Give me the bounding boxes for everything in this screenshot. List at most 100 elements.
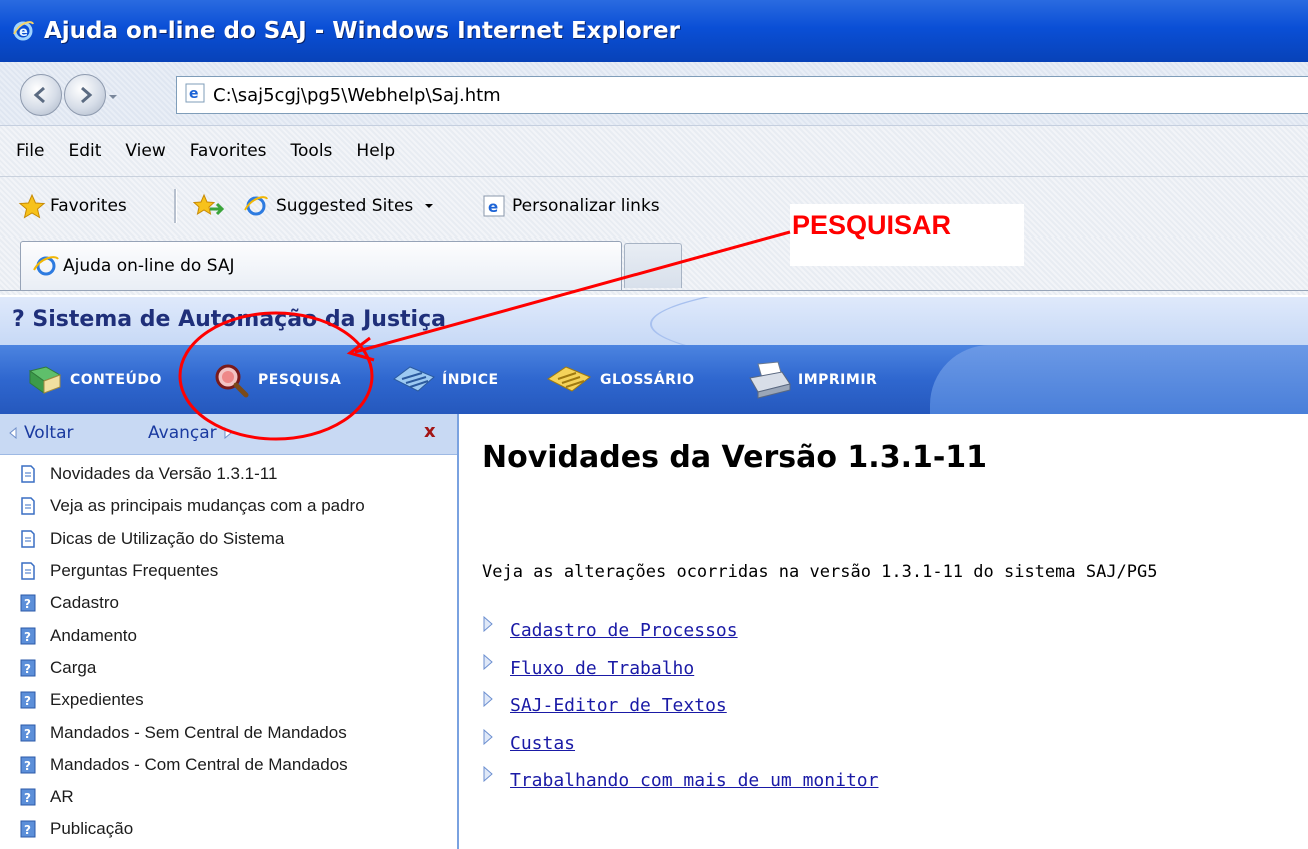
printer-icon	[749, 361, 791, 399]
magnifier-icon	[215, 364, 249, 398]
triangle-bullet-icon	[483, 691, 493, 708]
toc-item[interactable]: ? Publicação	[0, 813, 455, 845]
personalizar-links-button[interactable]: e Personalizar links	[482, 191, 660, 221]
toc-item[interactable]: ? Mandados - Com Central de Mandados	[0, 749, 455, 781]
menu-view[interactable]: View	[113, 126, 177, 176]
glossario-button[interactable]: GLOSSÁRIO	[544, 357, 695, 403]
svg-text:?: ?	[24, 727, 31, 741]
toc-list: Novidades da Versão 1.3.1-11 Veja as pri…	[0, 458, 455, 846]
avancar-link[interactable]: Avançar	[148, 423, 233, 443]
svg-text:?: ?	[24, 630, 31, 644]
svg-text:?: ?	[24, 791, 31, 805]
glossary-icon	[547, 366, 591, 392]
topic-link[interactable]: Fluxo de Trabalho	[510, 658, 694, 679]
topic-link-item: SAJ-Editor de Textos	[482, 689, 878, 727]
ie-icon	[244, 196, 268, 216]
page-icon	[21, 465, 35, 483]
topic-link[interactable]: Cadastro de Processos	[510, 620, 738, 641]
intro-text: Veja as alterações ocorridas na versão 1…	[482, 562, 1158, 582]
window-title-bar: e Ajuda on-line do SAJ - Windows Interne…	[0, 0, 1308, 62]
suggested-sites-button[interactable]: Suggested Sites	[242, 191, 435, 221]
page-icon	[21, 562, 35, 580]
back-arrow-icon	[33, 86, 45, 104]
toolbar-bevel	[930, 345, 1308, 414]
avancar-label: Avançar	[148, 423, 217, 443]
menu-tools[interactable]: Tools	[279, 126, 345, 176]
book-icon	[28, 366, 62, 394]
toc-item[interactable]: ? Cadastro	[0, 587, 455, 619]
toc-pane: Voltar Avançar x Novidades da Versão 1.3…	[0, 414, 459, 849]
svg-text:?: ?	[24, 662, 31, 676]
header-swoosh	[650, 297, 1308, 345]
left-triangle-icon	[9, 427, 17, 439]
favorites-bar: Favorites Suggested Sites e Personalizar…	[0, 177, 1308, 237]
triangle-bullet-icon	[483, 653, 493, 670]
topic-link[interactable]: Trabalhando com mais de um monitor	[510, 770, 878, 791]
menu-help[interactable]: Help	[344, 126, 407, 176]
chevron-down-icon	[425, 204, 434, 208]
pesquisa-button[interactable]: PESQUISA	[212, 357, 341, 403]
menu-file[interactable]: File	[0, 126, 56, 176]
back-button[interactable]	[20, 74, 62, 116]
address-bar: e	[0, 62, 1308, 126]
toc-item[interactable]: ? AR	[0, 781, 455, 813]
toc-item[interactable]: Veja as principais mudanças com a padro	[0, 490, 455, 522]
tab-ajuda-online[interactable]: Ajuda on-line do SAJ	[20, 241, 622, 290]
svg-text:e: e	[189, 86, 199, 102]
topic-link-item: Cadastro de Processos	[482, 614, 878, 652]
topic-link[interactable]: SAJ-Editor de Textos	[510, 695, 727, 716]
svg-text:?: ?	[24, 597, 31, 611]
star-icon	[18, 193, 46, 219]
pesquisa-label: PESQUISA	[258, 372, 342, 388]
indice-button[interactable]: ÍNDICE	[392, 357, 499, 403]
conteudo-button[interactable]: CONTEÚDO	[26, 357, 162, 403]
triangle-bullet-icon	[483, 728, 493, 745]
toc-item[interactable]: ? Expedientes	[0, 684, 455, 716]
page-title: Novidades da Versão 1.3.1-11	[482, 440, 988, 475]
favorites-button[interactable]: Favorites	[18, 191, 127, 221]
help-page-icon: ?	[20, 724, 36, 742]
close-pane-button[interactable]: x	[424, 421, 436, 442]
toc-item[interactable]: ? Mandados - Sem Central de Mandados	[0, 716, 455, 748]
help-page-icon: ?	[20, 627, 36, 645]
ie-page-icon: e	[483, 195, 505, 217]
tab-divider	[0, 290, 1308, 291]
tab-label: Ajuda on-line do SAJ	[63, 256, 235, 276]
recent-pages-dropdown-icon[interactable]	[108, 92, 118, 102]
help-page-icon: ?	[20, 594, 36, 612]
imprimir-button[interactable]: IMPRIMIR	[748, 357, 877, 403]
voltar-link[interactable]: Voltar	[8, 423, 74, 443]
suggested-sites-label: Suggested Sites	[276, 196, 414, 216]
toc-item[interactable]: ? Carga	[0, 652, 455, 684]
svg-text:?: ?	[24, 759, 31, 773]
toc-item[interactable]: ? Andamento	[0, 619, 455, 651]
menu-favorites[interactable]: Favorites	[178, 126, 279, 176]
svg-text:?: ?	[24, 694, 31, 708]
add-to-favorites-button[interactable]	[192, 191, 224, 221]
imprimir-label: IMPRIMIR	[798, 372, 878, 388]
menu-bar: File Edit View Favorites Tools Help	[0, 126, 1308, 177]
right-triangle-icon	[224, 427, 232, 439]
voltar-label: Voltar	[24, 423, 74, 443]
help-content: Novidades da Versão 1.3.1-11 Veja as alt…	[460, 414, 1308, 849]
forward-button[interactable]	[64, 74, 106, 116]
ie-icon: e	[10, 18, 36, 44]
topic-link[interactable]: Custas	[510, 733, 575, 754]
address-input[interactable]	[213, 84, 1113, 106]
toc-item[interactable]: Perguntas Frequentes	[0, 555, 455, 587]
address-field[interactable]: e	[176, 76, 1308, 114]
topic-links: Cadastro de Processos Fluxo de Trabalho …	[482, 614, 878, 802]
forward-arrow-icon	[81, 86, 93, 104]
topic-link-item: Custas	[482, 727, 878, 765]
indice-label: ÍNDICE	[442, 372, 499, 388]
menu-edit[interactable]: Edit	[56, 126, 113, 176]
favorites-label: Favorites	[50, 196, 127, 216]
new-tab-button[interactable]	[624, 243, 682, 288]
tab-row: Ajuda on-line do SAJ	[0, 237, 1308, 295]
toc-item[interactable]: Novidades da Versão 1.3.1-11	[0, 458, 455, 490]
topic-link-item: Fluxo de Trabalho	[482, 652, 878, 690]
toc-item[interactable]: Dicas de Utilização do Sistema	[0, 523, 455, 555]
help-page-icon: ?	[20, 659, 36, 677]
page-ie-icon: e	[185, 83, 205, 107]
help-header-title: ? Sistema de Automação da Justiça	[12, 307, 446, 332]
